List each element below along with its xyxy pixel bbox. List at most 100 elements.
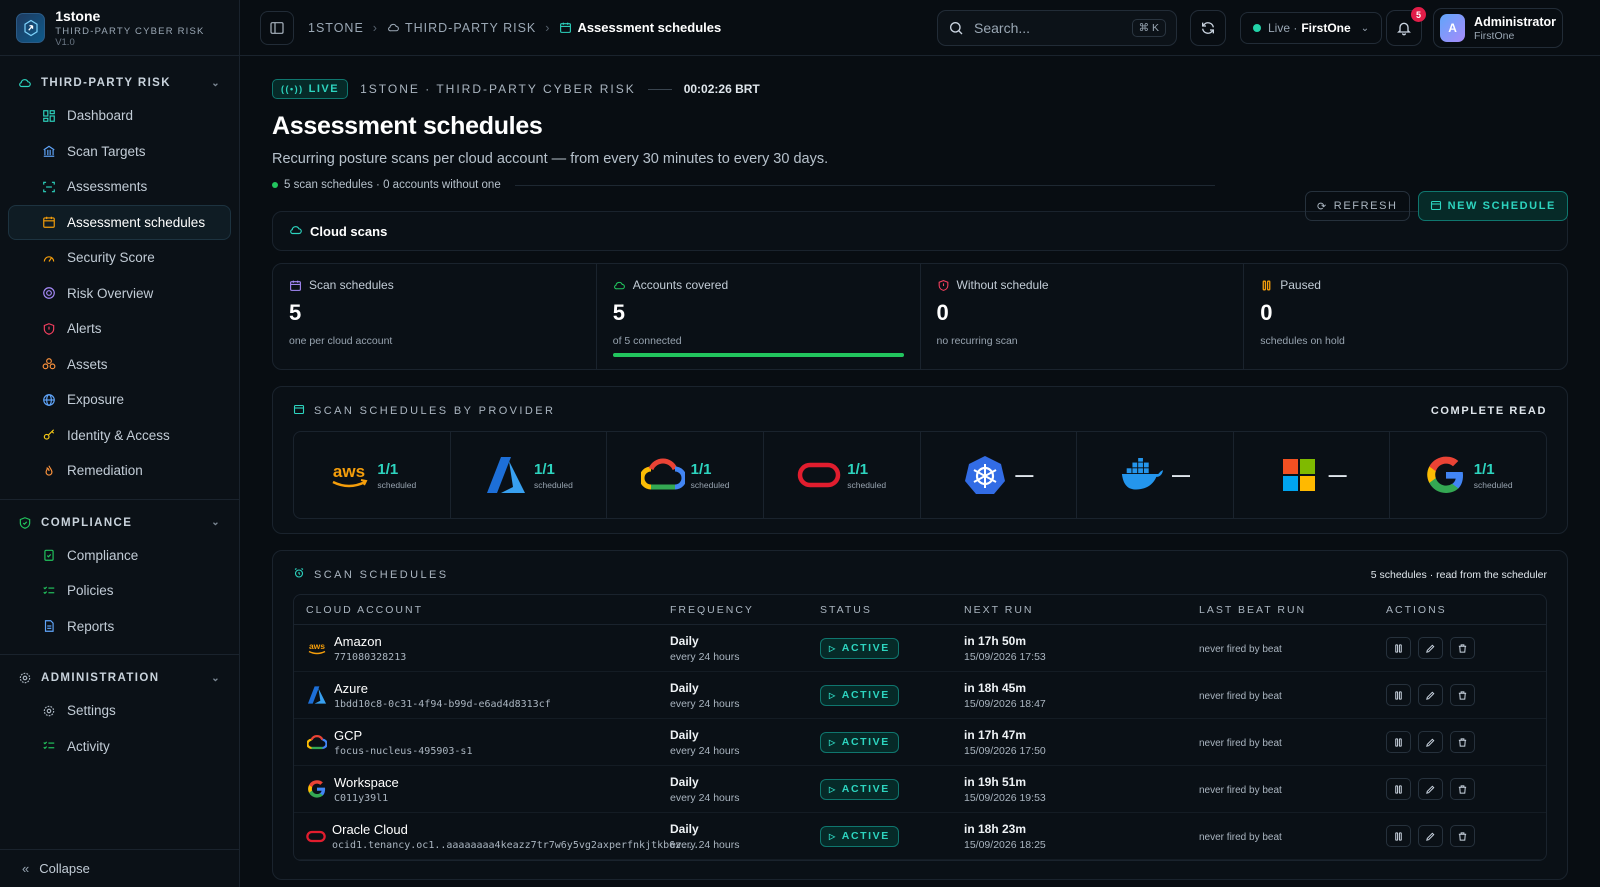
provider-gcp[interactable]: 1/1 scheduled xyxy=(607,432,764,518)
sidebar-toggle-button[interactable] xyxy=(260,10,294,45)
delete-button[interactable] xyxy=(1450,684,1475,706)
sidebar-item-remediation[interactable]: Remediation xyxy=(8,453,231,489)
frequency: Daily xyxy=(670,821,699,836)
sidebar-item-policies[interactable]: Policies xyxy=(8,573,231,609)
kpi-caption: one per cloud account xyxy=(289,335,393,347)
chevron-down-icon: ⌄ xyxy=(211,517,221,528)
sidebar-item-assessment-schedules[interactable]: Assessment schedules xyxy=(8,204,231,240)
frequency: Daily xyxy=(670,727,699,742)
provider-docker[interactable]: — xyxy=(1077,432,1234,518)
account-name: Workspace xyxy=(334,774,399,790)
refresh-icon-button[interactable] xyxy=(1190,10,1226,46)
cloud-icon xyxy=(613,279,626,292)
pause-button[interactable] xyxy=(1386,825,1411,847)
trash-icon xyxy=(1457,784,1468,795)
edit-button[interactable] xyxy=(1418,684,1443,706)
sidebar-item-risk-overview[interactable]: Risk Overview xyxy=(8,276,231,312)
pause-button[interactable] xyxy=(1386,684,1411,706)
crumb-root[interactable]: 1STONE xyxy=(308,21,364,35)
microsoft-logo-icon xyxy=(1277,453,1321,497)
user-menu[interactable]: A Administrator FirstOne xyxy=(1433,8,1563,48)
provider-kubernetes[interactable]: — xyxy=(921,432,1078,518)
search-input[interactable]: Search... ⌘ K xyxy=(937,10,1177,46)
sidebar-item-scan-targets[interactable]: Scan Targets xyxy=(8,134,231,170)
pause-icon xyxy=(1393,690,1404,701)
sidebar-item-compliance[interactable]: Compliance xyxy=(8,538,231,574)
delete-button[interactable] xyxy=(1450,731,1475,753)
provider-microsoft[interactable]: — xyxy=(1234,432,1391,518)
sidebar-item-exposure[interactable]: Exposure xyxy=(8,382,231,418)
notifications-button[interactable]: 5 xyxy=(1386,7,1426,46)
pause-button[interactable] xyxy=(1386,731,1411,753)
schedules-table: CLOUD ACCOUNT FREQUENCY STATUS NEXT RUN LAST… xyxy=(293,594,1547,861)
delete-button[interactable] xyxy=(1450,825,1475,847)
oracle-logo-icon xyxy=(306,825,326,847)
delete-button[interactable] xyxy=(1450,778,1475,800)
collapse-button[interactable]: «Collapse xyxy=(0,849,239,887)
sidebar-item-reports[interactable]: Reports xyxy=(8,609,231,645)
activity-icon xyxy=(41,738,57,754)
column-header-frequency: FREQUENCY xyxy=(670,603,754,616)
sidebar-section-third-party-risk[interactable]: THIRD-PARTY RISK ⌄ xyxy=(0,70,239,96)
kpi-caption: no recurring scan xyxy=(936,335,1018,347)
last-beat-run: never fired by beat xyxy=(1199,691,1282,702)
brand[interactable]: 1stone THIRD-PARTY CYBER RISK V1.0 xyxy=(0,0,239,56)
frequency-detail: every 24 hours xyxy=(670,650,740,663)
last-beat-run: never fired by beat xyxy=(1199,644,1282,655)
provider-label: scheduled xyxy=(847,479,887,490)
provider-oracle[interactable]: 1/1 scheduled xyxy=(764,432,921,518)
sidebar-section-compliance[interactable]: COMPLIANCE ⌄ xyxy=(0,510,239,536)
play-icon: ▷ xyxy=(829,643,837,653)
user-org: FirstOne xyxy=(1474,29,1515,42)
page-content: ((•)) LIVE 1STONE · THIRD-PARTY CYBER RIS… xyxy=(240,56,1600,880)
status-badge: ▷ ACTIVE xyxy=(820,825,899,847)
sidebar-item-alerts[interactable]: Alerts xyxy=(8,311,231,347)
edit-button[interactable] xyxy=(1418,637,1443,659)
sidebar-item-settings[interactable]: Settings xyxy=(8,693,231,729)
crumb-section[interactable]: THIRD-PARTY RISK xyxy=(405,21,536,35)
alarm-clock-icon xyxy=(293,567,305,582)
pause-button[interactable] xyxy=(1386,637,1411,659)
page-title: Assessment schedules xyxy=(272,112,543,140)
account-id: ocid1.tenancy.oc1..aaaaaaaa4keazz7tr7w6y… xyxy=(332,839,700,851)
table-row[interactable]: Azure 1bdd10c8-0c31-4f94-b99d-e6ad4d8313c… xyxy=(294,672,1546,719)
edit-button[interactable] xyxy=(1418,778,1443,800)
chevron-down-icon: ⌄ xyxy=(211,77,221,89)
edit-button[interactable] xyxy=(1418,731,1443,753)
sidebar-section-administration[interactable]: ADMINISTRATION ⌄ xyxy=(0,665,239,691)
sidebar-item-assets[interactable]: Assets xyxy=(8,347,231,383)
new-schedule-button[interactable]: NEW SCHEDULE xyxy=(1417,191,1568,221)
refresh-button[interactable]: ⟳ REFRESH xyxy=(1304,191,1410,221)
delete-button[interactable] xyxy=(1450,637,1475,659)
pencil-icon xyxy=(1425,690,1436,701)
brand-name: 1stone xyxy=(55,7,101,24)
table-row[interactable]: aws Amazon 771080328213 Daily every 24 hours… xyxy=(294,625,1546,672)
sidebar-item-identity-access[interactable]: Identity & Access xyxy=(8,418,231,454)
provider-google[interactable]: 1/1 scheduled xyxy=(1390,432,1546,518)
table-row[interactable]: Oracle Cloud ocid1.tenancy.oc1..aaaaaaaa4… xyxy=(294,813,1546,860)
kpi-value: 5 xyxy=(612,300,625,325)
pause-icon xyxy=(1260,279,1273,292)
table-row[interactable]: GCP focus-nucleus-495903-s1 Daily every 24 … xyxy=(294,719,1546,766)
account-name: Oracle Cloud xyxy=(332,821,408,837)
edit-button[interactable] xyxy=(1418,825,1443,847)
remediation-icon xyxy=(41,463,57,479)
pause-button[interactable] xyxy=(1386,778,1411,800)
sidebar-item-dashboard[interactable]: Dashboard xyxy=(8,98,231,134)
sidebar-item-assessments[interactable]: Assessments xyxy=(8,169,231,205)
trash-icon xyxy=(1457,690,1468,701)
provider-azure[interactable]: 1/1 scheduled xyxy=(451,432,608,518)
provider-aws[interactable]: aws 1/1 scheduled xyxy=(294,432,451,518)
next-run-date: 15/09/2026 17:50 xyxy=(964,744,1046,757)
table-row[interactable]: Workspace C011y39l1 Daily every 24 hours ▷ AC… xyxy=(294,766,1546,813)
dashboard-icon xyxy=(41,108,57,124)
bell-icon xyxy=(1397,22,1411,36)
provider-ratio: 1/1 xyxy=(1473,460,1495,478)
frequency-detail: every 24 hours xyxy=(670,697,740,710)
tenant-selector[interactable]: Live · FirstOne ⌄ xyxy=(1240,12,1383,44)
aws-logo-icon: aws xyxy=(327,453,371,497)
next-run-date: 15/09/2026 18:25 xyxy=(964,838,1046,851)
clock: 00:02:26 BRT xyxy=(683,82,760,96)
sidebar-item-security-score[interactable]: Security Score xyxy=(8,240,231,276)
sidebar-item-activity[interactable]: Activity xyxy=(8,729,231,765)
